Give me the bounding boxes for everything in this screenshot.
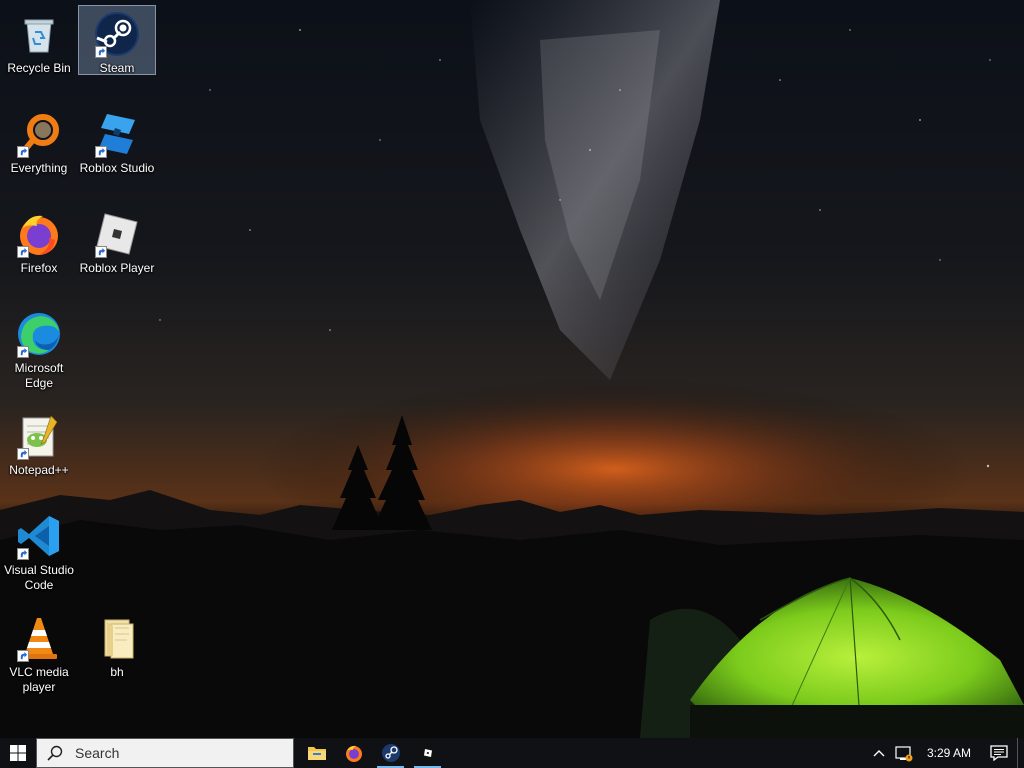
taskbar-app-file-explorer[interactable] [298, 738, 335, 768]
windows-logo-icon [10, 745, 26, 761]
roblox-icon [418, 744, 437, 762]
icon-label: Recycle Bin [7, 61, 71, 75]
desktop-icon-notepad-plus-plus[interactable]: Notepad++ [1, 408, 77, 478]
taskbar-app-roblox[interactable] [409, 738, 446, 768]
taskbar-clock[interactable]: 3:29 AM [917, 738, 981, 768]
search-input[interactable] [73, 744, 277, 762]
vlc-cone-icon [15, 614, 63, 662]
icon-label: Firefox [20, 261, 58, 275]
notepad-plus-plus-icon [15, 412, 63, 460]
vscode-icon [15, 512, 63, 560]
desktop-icon-everything[interactable]: Everything [1, 106, 77, 176]
icon-label: Roblox Studio [79, 161, 155, 175]
desktop-icon-firefox[interactable]: Firefox [1, 206, 77, 276]
taskbar: 3:29 AM [0, 738, 1024, 768]
shortcut-arrow-icon [95, 46, 107, 58]
shortcut-arrow-icon [17, 146, 29, 158]
recycle-bin-icon [15, 10, 63, 58]
desktop-icon-recycle-bin[interactable]: Recycle Bin [1, 6, 77, 76]
roblox-studio-icon [93, 110, 141, 158]
shortcut-arrow-icon [17, 650, 29, 662]
desktop-icon-vlc-media-player[interactable]: VLC media player [1, 610, 77, 695]
desktop-icon-bh-folder[interactable]: bh [79, 610, 155, 680]
icon-label: Roblox Player [79, 261, 155, 275]
notification-icon [990, 745, 1008, 761]
desktop-icon-roblox-player[interactable]: Roblox Player [79, 206, 155, 276]
desktop-icon-roblox-studio[interactable]: Roblox Studio [79, 106, 155, 176]
shortcut-arrow-icon [17, 548, 29, 560]
start-button[interactable] [0, 738, 36, 768]
network-status-button[interactable] [891, 738, 917, 768]
roblox-player-icon [93, 210, 141, 258]
firefox-icon [15, 210, 63, 258]
shortcut-arrow-icon [17, 448, 29, 460]
chevron-up-icon [873, 750, 885, 757]
magnifier-icon [15, 110, 63, 158]
show-desktop-button[interactable] [1017, 738, 1024, 768]
folder-icon [93, 614, 141, 662]
show-hidden-icons-button[interactable] [867, 738, 891, 768]
steam-icon [93, 10, 141, 58]
search-box[interactable] [36, 738, 294, 768]
file-explorer-icon [307, 747, 326, 760]
icon-label: Notepad++ [9, 463, 69, 477]
icon-label: Microsoft Edge [14, 361, 64, 390]
shortcut-arrow-icon [17, 346, 29, 358]
shortcut-arrow-icon [95, 246, 107, 258]
clock-time: 3:29 AM [926, 746, 971, 760]
steam-icon [381, 744, 400, 762]
taskbar-app-firefox[interactable] [335, 738, 372, 768]
action-center-button[interactable] [981, 738, 1017, 768]
icon-label: VLC media player [9, 665, 69, 694]
icon-label: Everything [10, 161, 68, 175]
desktop-icon-microsoft-edge[interactable]: Microsoft Edge [1, 306, 77, 391]
icon-label: Steam [99, 61, 135, 75]
shortcut-arrow-icon [17, 246, 29, 258]
taskbar-app-steam[interactable] [372, 738, 409, 768]
icon-label: bh [110, 665, 124, 679]
icon-label: Visual Studio Code [4, 563, 74, 592]
search-icon [47, 745, 63, 761]
desktop[interactable]: Recycle Bin Steam Everything Roblox Stud… [0, 0, 1024, 738]
desktop-icon-visual-studio-code[interactable]: Visual Studio Code [1, 508, 77, 593]
shortcut-arrow-icon [95, 146, 107, 158]
edge-icon [15, 310, 63, 358]
desktop-icon-steam[interactable]: Steam [78, 5, 156, 75]
system-tray: 3:29 AM [867, 738, 1024, 768]
firefox-icon [345, 745, 362, 762]
network-warning-icon [895, 746, 913, 762]
